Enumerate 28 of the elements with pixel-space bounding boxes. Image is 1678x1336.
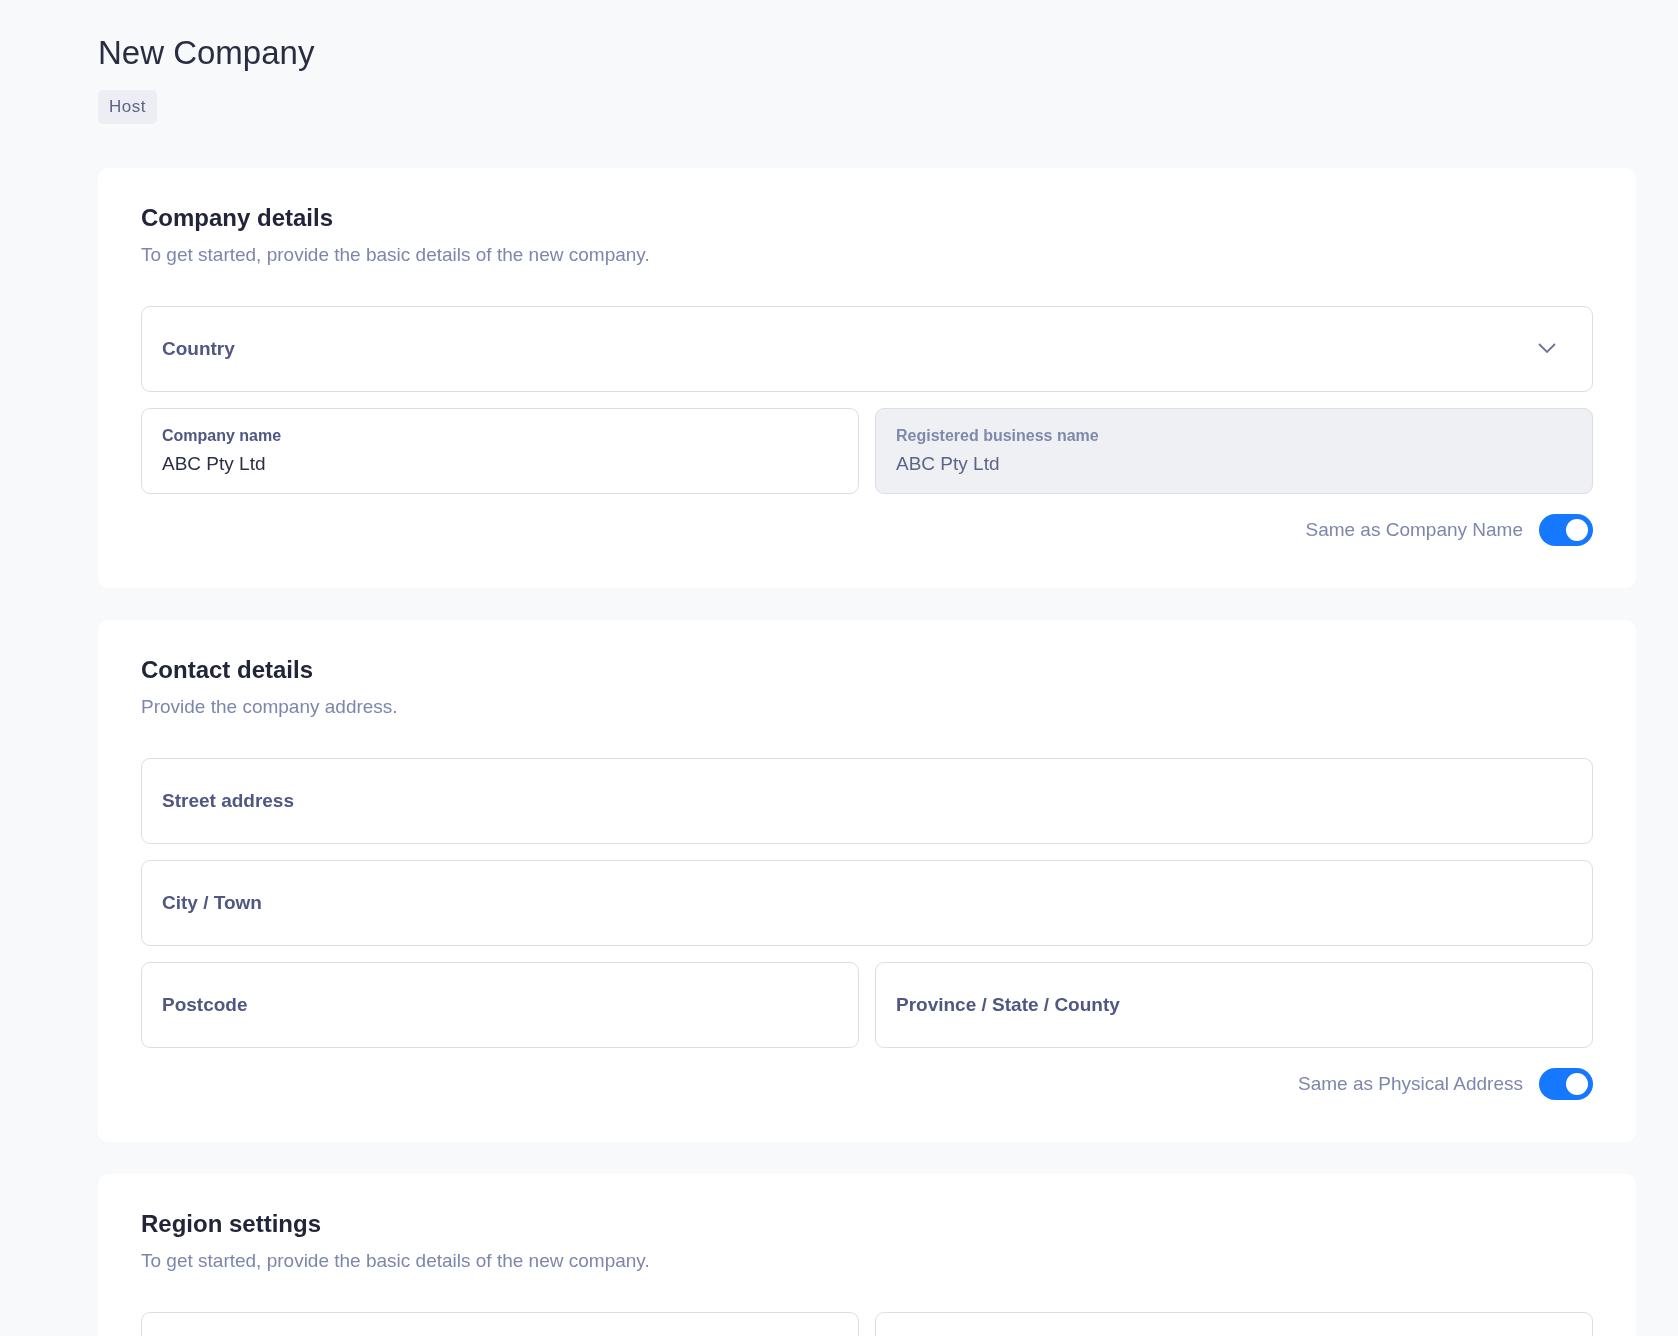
field-value: ABC Pty Ltd: [162, 453, 266, 475]
section-title: Region settings: [141, 1210, 322, 1238]
field-label: Street address: [162, 790, 294, 812]
input-field[interactable]: Street address: [141, 758, 1593, 844]
input-field[interactable]: Postcode: [141, 962, 859, 1048]
field-label: Registered business name: [896, 427, 1099, 445]
field-label: Province / State / County: [896, 994, 1120, 1016]
section-title: Contact details: [141, 656, 315, 684]
field-label: Country: [162, 338, 235, 360]
input-field[interactable]: City / Town: [141, 860, 1593, 946]
field-label: Postcode: [162, 994, 248, 1016]
section-subtitle: Provide the company address.: [141, 696, 399, 718]
page-title: New Company: [98, 33, 316, 73]
field-value: ABC Pty Ltd: [896, 453, 1000, 475]
field-label: City / Town: [162, 892, 262, 914]
chevron-down-icon: [1538, 343, 1556, 354]
input-field[interactable]: Province / State / County: [875, 962, 1593, 1048]
toggle-switch[interactable]: [1539, 514, 1593, 546]
toggle-switch[interactable]: [1539, 1068, 1593, 1100]
section-subtitle: To get started, provide the basic details of the new company.: [141, 244, 651, 266]
dropdown-field[interactable]: Country: [141, 306, 1593, 392]
toggle-label: Same as Company Name: [1305, 519, 1523, 541]
section-subtitle: To get started, provide the basic details of the new company.: [141, 1250, 651, 1272]
input-field[interactable]: Company name ABC Pty Ltd: [141, 408, 859, 494]
role-badge: Host: [98, 90, 157, 124]
section-title: Company details: [141, 204, 335, 232]
toggle-label: Same as Physical Address: [1298, 1073, 1523, 1095]
field-label: Company name: [162, 427, 282, 445]
